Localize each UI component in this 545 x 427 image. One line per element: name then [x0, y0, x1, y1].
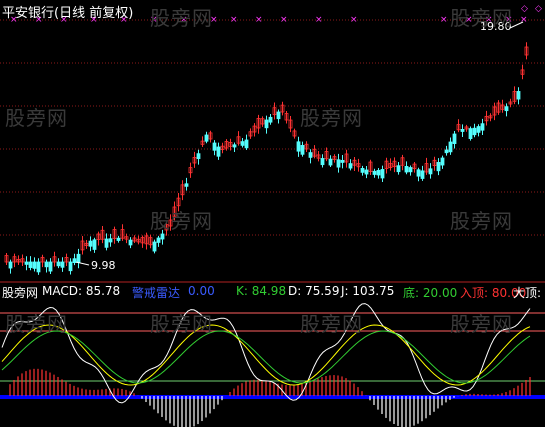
candle	[348, 163, 353, 169]
candle	[340, 159, 345, 163]
candle	[460, 128, 465, 132]
candle	[128, 239, 133, 246]
candle	[468, 128, 473, 139]
candle	[360, 167, 365, 173]
candle	[300, 144, 305, 155]
candle	[428, 168, 433, 175]
diamond-marker-icon: ◇	[535, 4, 542, 14]
candle	[196, 153, 201, 160]
indicator-chart[interactable]	[0, 283, 545, 427]
candle	[276, 111, 281, 120]
x-marker-icon: ×	[180, 15, 188, 25]
low-price-label: 9.98	[91, 259, 116, 272]
candle	[372, 170, 377, 175]
low-pointer	[75, 261, 90, 266]
candle	[480, 123, 485, 131]
candle	[88, 240, 93, 247]
candle	[436, 161, 441, 172]
diamond-marker-icon: ◇	[521, 4, 528, 14]
x-marker-icon: ×	[520, 15, 528, 25]
candle	[216, 146, 221, 157]
candle	[32, 261, 37, 269]
candle	[92, 239, 97, 250]
x-marker-icon: ×	[255, 15, 263, 25]
candle	[204, 134, 209, 142]
candle	[104, 238, 109, 248]
candle	[36, 261, 41, 273]
bottom-value: 底: 20.00	[403, 286, 458, 300]
candle	[152, 241, 157, 252]
candle	[76, 253, 81, 263]
candle	[448, 141, 453, 153]
candle	[416, 169, 421, 177]
chart-title: 平安银行(日线 前复权)	[2, 6, 134, 21]
candle	[160, 233, 165, 240]
candle	[336, 159, 341, 168]
candle	[68, 261, 73, 272]
candle	[184, 183, 189, 187]
candle	[240, 141, 245, 146]
candle	[244, 139, 249, 149]
candle	[396, 165, 401, 173]
x-marker-icon: ×	[315, 15, 323, 25]
candle	[504, 106, 509, 112]
candle	[376, 169, 381, 176]
candle	[472, 127, 477, 136]
x-marker-icon: ×	[350, 15, 358, 25]
candle	[440, 157, 445, 166]
candle	[108, 238, 113, 243]
d-line	[1, 324, 531, 386]
j-line	[1, 330, 531, 384]
x-marker-icon: ×	[210, 15, 218, 25]
candle	[8, 261, 13, 269]
x-marker-icon: ×	[440, 15, 448, 25]
d-value: D: 75.59	[288, 284, 340, 298]
candle	[328, 158, 333, 166]
candle	[516, 91, 521, 100]
x-marker-icon: ×	[150, 15, 158, 25]
candle	[452, 133, 457, 144]
candle	[268, 116, 273, 123]
candle	[320, 158, 325, 166]
candle	[364, 169, 369, 175]
candle	[28, 261, 33, 268]
x-marker-icon: ×	[465, 15, 473, 25]
big-top-value: 大顶: 1	[513, 286, 545, 300]
alert-label: 警戒雷达	[132, 286, 181, 300]
candle	[60, 261, 65, 268]
macd-value: MACD: 85.78	[42, 284, 121, 298]
candle	[380, 169, 385, 179]
x-marker-icon: ×	[280, 15, 288, 25]
candlestick-chart[interactable]: × × × × × × × × × × × × × × × × × ×	[0, 0, 545, 283]
high-price-label: 19.80	[480, 20, 512, 33]
candle	[24, 261, 29, 265]
candle	[212, 142, 217, 151]
candle	[232, 144, 237, 148]
candle	[404, 165, 409, 173]
x-marker-icon: ×	[230, 15, 238, 25]
k-value: K: 84.98	[236, 284, 287, 298]
indicator-panel[interactable]: 股旁网 MACD: 85.78 警戒雷达 0.00 K: 84.98 D: 75…	[0, 283, 545, 427]
indicator-name: 股旁网	[2, 286, 39, 300]
candle	[408, 167, 413, 173]
candle	[156, 237, 161, 243]
candle	[308, 152, 313, 158]
candle	[444, 149, 449, 154]
alert-value: 0.00	[188, 284, 215, 298]
candle	[72, 258, 77, 263]
candle	[296, 141, 301, 152]
candle	[476, 126, 481, 133]
candle	[48, 261, 53, 272]
candle	[264, 119, 269, 129]
price-chart-panel[interactable]: × × × × × × × × × × × × × × × × × × 平安银行(日线 前复权) 9.98 19.…	[0, 0, 545, 283]
candle	[420, 170, 425, 179]
candle	[56, 261, 61, 267]
candle	[44, 261, 49, 268]
j-value: J: 103.75	[341, 284, 395, 298]
candle	[116, 237, 121, 241]
